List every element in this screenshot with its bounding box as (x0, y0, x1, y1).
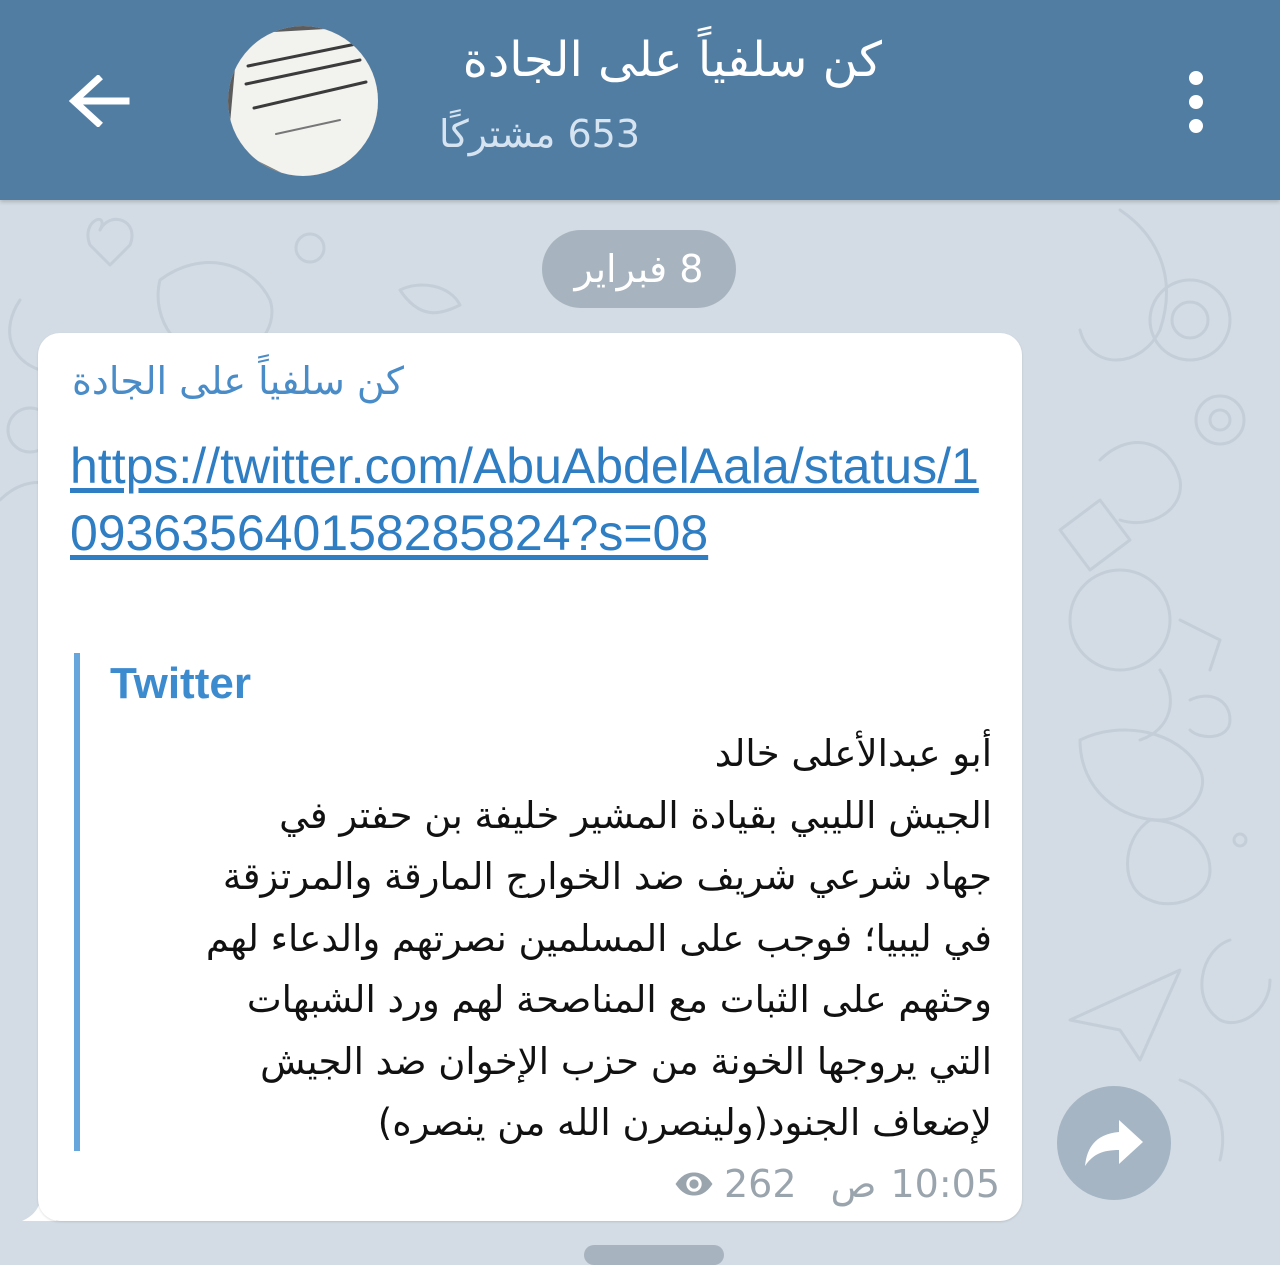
preview-line: جهاد شرعي شريف ضد الخوارج المارقة والمرت… (222, 855, 992, 898)
message-time: 10:05 (890, 1162, 1000, 1206)
date-separator: 8 فبراير (542, 230, 736, 308)
more-options-button[interactable] (1166, 62, 1226, 142)
preview-line: الجيش الليبي بقيادة المشير خليفة بن حفتر… (279, 793, 992, 837)
message-link[interactable]: https://twitter.com/AbuAbdelAala/status/… (70, 433, 990, 567)
avatar-image (228, 26, 378, 176)
channel-title[interactable]: كن سلفياً على الجادة (463, 32, 882, 88)
channel-avatar[interactable] (228, 26, 378, 176)
more-vertical-icon-dot (1189, 95, 1203, 109)
message-meta: 262 ص 10:05 (674, 1161, 1000, 1207)
next-date-chip (584, 1245, 724, 1265)
preview-line: أبو عبدالأعلى خالد (714, 732, 992, 775)
more-vertical-icon (1189, 71, 1203, 85)
more-vertical-icon-dot (1189, 119, 1203, 133)
preview-line: التي يروجها الخونة من حزب الإخوان ضد الج… (260, 1039, 992, 1083)
message-bubble[interactable]: كن سلفياً على الجادة https://twitter.com… (38, 333, 1022, 1221)
share-button[interactable] (1057, 1086, 1171, 1200)
eye-icon (675, 1172, 713, 1196)
message-sender[interactable]: كن سلفياً على الجادة (72, 359, 404, 403)
preview-line: وحثهم على الثبات مع المناصحة لهم ورد الش… (246, 978, 992, 1021)
subscriber-count: 653 مشتركًا (439, 112, 640, 156)
back-button[interactable] (56, 58, 142, 144)
preview-description: أبو عبدالأعلى خالد الجيش الليبي بقيادة ا… (114, 723, 992, 1154)
chat-header: كن سلفياً على الجادة 653 مشتركًا (0, 0, 1280, 200)
preview-line: لإضعاف الجنود(ولينصرن الله من ينصره) (377, 1101, 992, 1144)
message-ampm: ص (830, 1162, 877, 1206)
arrow-left-icon (68, 75, 130, 127)
preview-site-name: Twitter (110, 659, 251, 708)
share-arrow-icon (1085, 1120, 1143, 1166)
view-count: 262 (724, 1162, 797, 1206)
preview-line: في ليبيا؛ فوجب على المسلمين نصرتهم والدع… (205, 916, 992, 960)
link-preview[interactable]: Twitter أبو عبدالأعلى خالد الجيش الليبي … (74, 653, 1004, 1151)
preview-accent-bar (74, 653, 80, 1151)
